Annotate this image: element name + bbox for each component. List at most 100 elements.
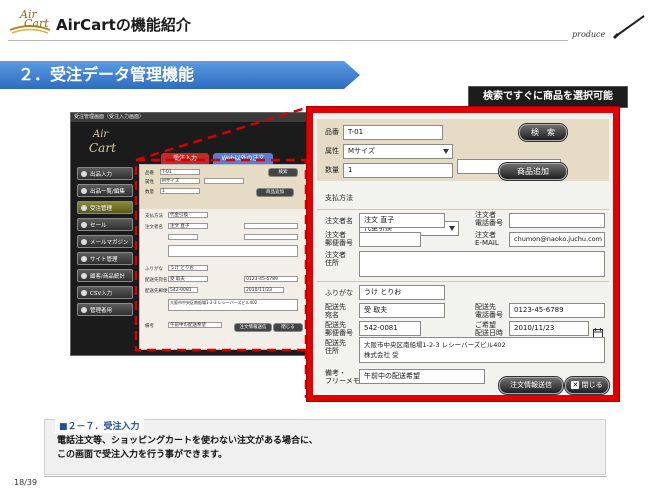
logo-text-cart: Cart: [24, 17, 49, 30]
small-label-payment: 支払方法: [145, 214, 163, 219]
header-divider: [8, 40, 568, 41]
small-screenshot: 受注管理画面（受注入力画面） Air Cart 出品入力 出品一覧/編集 受注管…: [70, 112, 314, 356]
small-add-button[interactable]: 商品追加: [256, 188, 294, 197]
small-label-shipname: 配送先宛名: [145, 278, 168, 283]
sidebar-item-stats[interactable]: 顧客/商品統計: [77, 269, 133, 282]
small-window-title: 受注管理画面（受注入力画面）: [71, 113, 313, 122]
suuryou-input[interactable]: 1: [343, 163, 453, 178]
description-line2: この画面で受注入力を行う事ができます。: [57, 450, 228, 460]
label-ship-zip: 配送先 郵便番号: [325, 321, 353, 337]
chevron-down-icon: [443, 149, 449, 154]
label-furigana: ふりがな: [325, 289, 353, 297]
orderer-name-input[interactable]: 注文 直子: [359, 213, 445, 228]
page-number: 18/39: [14, 478, 38, 487]
footer-divider: [44, 476, 607, 477]
small-input-shipaddr[interactable]: 大阪市中央区南船場1-2-3 レシーバーズビル402: [168, 299, 298, 311]
ship-addr-line2: 株式会社 受: [364, 351, 399, 359]
divider: [317, 281, 609, 282]
small-input-orderer[interactable]: 注文 直子: [168, 223, 208, 229]
label-delivery-date: ご希望 配送日時: [475, 321, 503, 337]
hinban-input[interactable]: T-01: [343, 125, 443, 140]
label-zokusei: 属性: [325, 147, 339, 155]
small-submit-button[interactable]: 注文情報送信: [234, 323, 272, 332]
page-title: AirCartの機能紹介: [56, 16, 191, 34]
zokusei-select-value: Mサイズ: [348, 147, 375, 155]
ship-tel-input[interactable]: 0123-45-6789: [509, 303, 605, 318]
orderer-zip-input[interactable]: [359, 232, 421, 247]
sidebar-item-admin[interactable]: 管理者用: [77, 303, 133, 316]
small-form: 品番 T-01 検索 属性 Mサイズ 数量 1 商品追加 支払方法 代金引換 注…: [139, 164, 307, 350]
small-sidebar: 出品入力 出品一覧/編集 受注管理 セール メールマガジン サイト管理 顧客/商…: [77, 167, 133, 320]
small-search-button[interactable]: 検索: [268, 168, 298, 177]
small-label-zokusei: 属性: [145, 180, 154, 185]
small-input-orderer-addr[interactable]: [168, 245, 298, 257]
small-tab-non-web[interactable]: Web以外の注文: [213, 153, 273, 164]
zoom-form: 品番 T-01 検 索 属性 Mサイズ 数量 1 商品追加 支払方法 代金引換 …: [313, 113, 613, 395]
close-icon: ✕: [571, 381, 580, 389]
description-box: ■２－７．受注入力 電話注文等、ショッピングカートを使わない注文がある場合に、 …: [44, 414, 606, 475]
sidebar-item-sale[interactable]: セール: [77, 218, 133, 231]
small-input-hinban[interactable]: T-01: [160, 169, 200, 175]
add-item-button[interactable]: 商品追加: [499, 163, 567, 180]
submit-order-button[interactable]: 注文情報送信: [499, 377, 563, 394]
small-label-hinban: 品番: [145, 171, 154, 176]
small-input-shiptel[interactable]: 0123-45-6789: [244, 276, 298, 282]
logo: Air Cart: [8, 8, 52, 36]
zokusei-select[interactable]: Mサイズ: [343, 144, 453, 159]
section-banner: ２．受注データ管理機能: [0, 61, 360, 89]
label-orderer-addr: 注文者 住所: [325, 251, 346, 267]
sidebar-item-listing[interactable]: 出品入力: [77, 167, 133, 180]
small-input-shipname[interactable]: 受 取夫: [168, 276, 208, 282]
furigana-input[interactable]: うけ とりお: [359, 285, 445, 300]
description-line1: 電話注文等、ショッピングカートを使わない注文がある場合に、: [57, 436, 318, 446]
zoom-panel: 品番 T-01 検 索 属性 Mサイズ 数量 1 商品追加 支払方法 代金引換 …: [306, 106, 620, 402]
small-input-orderer-email[interactable]: [244, 234, 298, 240]
search-button[interactable]: 検 索: [519, 124, 567, 141]
sidebar-item-listing-edit[interactable]: 出品一覧/編集: [77, 184, 133, 197]
ship-addr-input[interactable]: 大阪市中央区南船場1-2-3 レシーバーズビル402 株式会社 受: [359, 337, 605, 363]
signature-text: produce: [572, 30, 606, 39]
calendar-icon[interactable]: [593, 323, 603, 338]
orderer-email-input[interactable]: chumon@naoko.juchu.com: [509, 232, 605, 247]
ship-name-input[interactable]: 受 取夫: [359, 303, 445, 318]
small-logo-air: Air: [93, 129, 109, 140]
small-tab-order-input[interactable]: 受注入力: [161, 153, 209, 164]
callout-text: 検索ですぐに商品を選択可能: [483, 91, 613, 102]
small-label-orderer: 注文者名: [145, 225, 163, 230]
sidebar-item-csv[interactable]: CSV入力: [77, 286, 133, 299]
small-input-orderer-zip[interactable]: [168, 234, 198, 240]
label-hinban: 品番: [325, 128, 339, 136]
sidebar-item-orders[interactable]: 受注管理: [77, 201, 133, 214]
memo-input[interactable]: 午前中の配送希望: [359, 369, 485, 384]
ship-addr-line1: 大阪市中央区南船場1-2-3 レシーバーズビル402: [364, 341, 506, 349]
chevron-down-icon: [449, 226, 455, 231]
small-select-zokusei[interactable]: Mサイズ: [160, 178, 200, 184]
close-button[interactable]: ✕ 閉じる: [565, 377, 609, 394]
small-input-orderer-tel[interactable]: [244, 223, 298, 229]
callout-box: 検索ですぐに商品を選択可能: [468, 86, 628, 108]
small-input-memo[interactable]: 午前中の配送希望: [168, 322, 222, 328]
small-input-furigana[interactable]: うけ とりお: [168, 265, 208, 271]
section-label: ■２－７．受注入力: [59, 422, 140, 432]
delivery-date-input[interactable]: 2010/11/23: [509, 321, 589, 336]
orderer-addr-input[interactable]: [359, 251, 605, 277]
small-input-qty[interactable]: 1: [160, 188, 200, 194]
small-close-button[interactable]: 閉じる: [273, 323, 303, 332]
label-memo: 備考・ フリーメモ: [325, 369, 360, 385]
small-select-payment[interactable]: 代金引換: [168, 212, 208, 218]
small-select-zokusei2[interactable]: [204, 178, 244, 184]
ship-zip-input[interactable]: 542-0081: [359, 321, 421, 336]
small-label-furigana: ふりがな: [145, 267, 163, 272]
small-input-shipzip[interactable]: 542-0081: [168, 287, 198, 293]
banner-title: ２．受注データ管理機能: [18, 65, 195, 84]
sidebar-item-mailmagazine[interactable]: メールマガジン: [77, 235, 133, 248]
divider: [317, 209, 609, 210]
label-payment: 支払方法: [325, 194, 353, 202]
orderer-tel-input[interactable]: [509, 213, 605, 228]
signature: produce: [568, 14, 650, 44]
pen-icon: [612, 15, 645, 40]
small-input-date[interactable]: 2010/11/23: [244, 287, 284, 293]
label-ship-name: 配送先 宛名: [325, 303, 346, 319]
label-orderer-tel: 注文者 電話番号: [475, 211, 503, 227]
sidebar-item-site[interactable]: サイト管理: [77, 252, 133, 265]
